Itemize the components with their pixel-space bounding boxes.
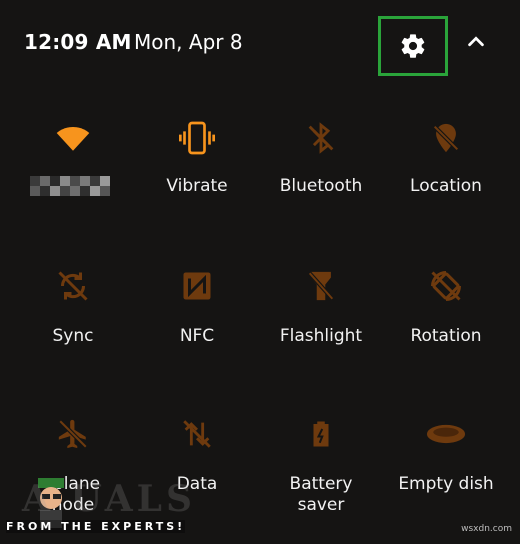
battery-saver-label: Battery saver (289, 474, 353, 515)
bluetooth-label: Bluetooth (279, 176, 363, 196)
tile-battery-saver[interactable]: Battery saver (259, 414, 383, 544)
tile-nfc[interactable]: NFC (135, 266, 259, 396)
wifi-icon (53, 118, 93, 158)
rotation-icon (426, 266, 466, 306)
data-icon (177, 414, 217, 454)
settings-button[interactable] (378, 16, 448, 76)
tile-bluetooth[interactable]: Bluetooth (259, 118, 383, 248)
dish-icon (426, 414, 466, 454)
date-label: Mon, Apr 8 (134, 30, 243, 54)
vibrate-label: Vibrate (166, 176, 228, 196)
battery-icon (301, 414, 341, 454)
gear-icon (401, 34, 425, 58)
flashlight-icon (301, 266, 341, 306)
bluetooth-icon (301, 118, 341, 158)
chevron-up-icon (468, 36, 484, 47)
tile-rotation[interactable]: Rotation (384, 266, 508, 396)
status-header: 12:09 AM Mon, Apr 8 (0, 0, 520, 90)
flashlight-label: Flashlight (279, 326, 363, 346)
location-label: Location (410, 176, 482, 196)
credit-text: wsxdn.com (461, 524, 512, 534)
location-icon (426, 118, 466, 158)
collapse-button[interactable] (462, 28, 490, 56)
empty-dish-label: Empty dish (398, 474, 494, 494)
tile-location[interactable]: Location (384, 118, 508, 248)
tile-vibrate[interactable]: Vibrate (135, 118, 259, 248)
nfc-label: NFC (179, 326, 215, 346)
vibrate-icon (177, 118, 217, 158)
nfc-icon (177, 266, 217, 306)
tile-sync[interactable]: Sync (11, 266, 135, 396)
clock-time: 12:09 AM (24, 30, 132, 54)
watermark-text: A UALS (22, 478, 196, 520)
sync-icon (53, 266, 93, 306)
sync-label: Sync (52, 326, 94, 346)
rotation-label: Rotation (410, 326, 482, 346)
airplane-icon (53, 414, 93, 454)
redacted-network-name (30, 176, 112, 198)
tile-flashlight[interactable]: Flashlight (259, 266, 383, 396)
watermark-subtitle: FROM THE EXPERTS! (6, 520, 186, 533)
